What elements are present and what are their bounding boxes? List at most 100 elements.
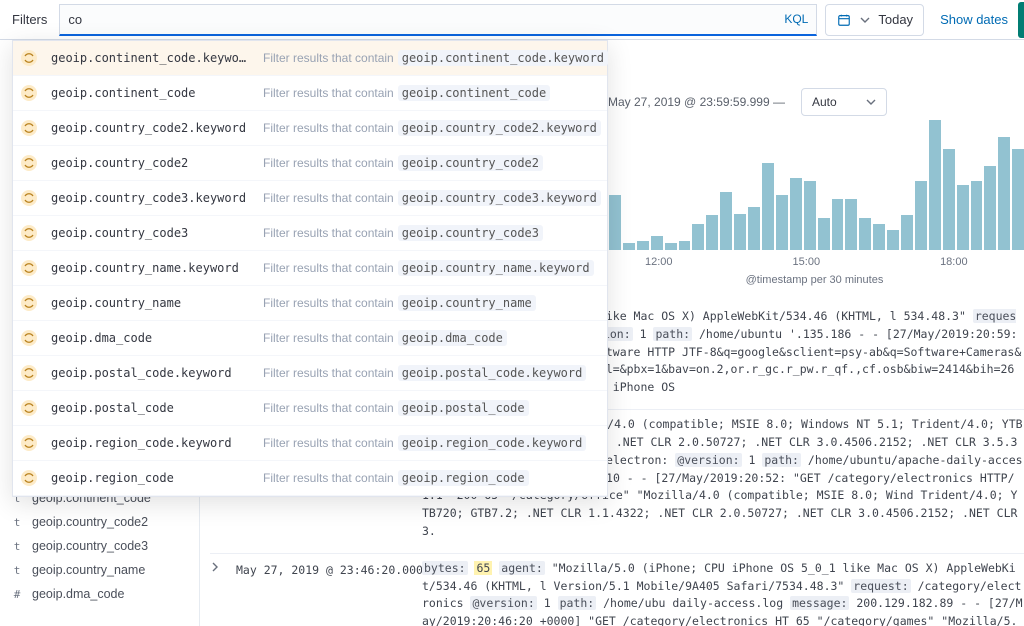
field-item[interactable]: t geoip.country_name	[0, 558, 199, 582]
x-tick: 18:00	[940, 256, 968, 268]
histogram-bar[interactable]	[915, 181, 927, 250]
suggestion-desc: Filter results that containgeoip.region_…	[263, 435, 586, 451]
suggestion-desc: Filter results that containgeoip.country…	[263, 120, 601, 136]
histogram-bar[interactable]	[818, 218, 830, 250]
x-tick: 15:00	[793, 256, 821, 268]
histogram-bar[interactable]	[971, 181, 983, 250]
histogram-bar[interactable]	[901, 215, 913, 250]
suggestion-desc: Filter results that containgeoip.country…	[263, 295, 536, 311]
suggestion-item[interactable]: geoip.region_codeFilter results that con…	[13, 461, 607, 496]
suggestion-item[interactable]: geoip.country_code2 Filter results that c…	[13, 146, 607, 181]
histogram-bar[interactable]	[706, 215, 718, 250]
histogram-bar[interactable]	[720, 192, 732, 250]
suggestion-desc: Filter results that containgeoip.country…	[263, 190, 601, 206]
chevron-down-icon	[866, 97, 876, 107]
suggestion-field: geoip.country_code3	[51, 226, 251, 240]
suggestion-item[interactable]: geoip.continent_code Filter results that …	[13, 76, 607, 111]
field-type-icon	[19, 48, 39, 68]
histogram-bar[interactable]	[943, 149, 955, 250]
kql-toggle[interactable]: KQL	[784, 12, 808, 26]
field-name: geoip.country_code2	[32, 515, 148, 529]
field-type-icon: #	[10, 588, 24, 601]
doc-time: May 27, 2019 @ 23:46:20.000	[236, 560, 412, 626]
histogram-bar[interactable]	[859, 218, 871, 250]
field-item[interactable]: t geoip.country_code2	[0, 510, 199, 534]
histogram-bar[interactable]	[679, 241, 691, 250]
field-type-icon	[19, 293, 39, 313]
refresh-button[interactable]	[1018, 2, 1024, 38]
histogram-bar[interactable]	[832, 199, 844, 250]
query-input[interactable]	[68, 12, 784, 27]
histogram-bar[interactable]	[998, 137, 1010, 250]
doc-source: bytes: 65 agent: "Mozilla/5.0 (iPhone; C…	[422, 560, 1024, 626]
histogram-bar[interactable]	[651, 236, 663, 250]
histogram-bar[interactable]	[873, 224, 885, 250]
suggestion-item[interactable]: geoip.country_nameFilter results that co…	[13, 286, 607, 321]
histogram-bar[interactable]	[748, 207, 760, 250]
suggestion-field: geoip.continent_code.keyword	[51, 51, 251, 65]
field-name: geoip.dma_code	[32, 587, 124, 601]
field-type-icon	[19, 398, 39, 418]
suggestion-field: geoip.country_code2	[51, 156, 251, 170]
expand-toggle[interactable]	[210, 560, 226, 626]
field-type-icon	[19, 258, 39, 278]
histogram-bar[interactable]	[887, 230, 899, 250]
chevron-right-icon	[210, 562, 220, 572]
suggestion-item[interactable]: geoip.continent_code.keywordFilter resul…	[13, 41, 607, 76]
field-type-icon	[19, 223, 39, 243]
field-name: geoip.country_code3	[32, 539, 148, 553]
field-name: geoip.country_name	[32, 563, 145, 577]
histogram-bar[interactable]	[734, 214, 746, 250]
suggestion-field: geoip.country_code2.keyword	[51, 121, 251, 135]
suggestion-field: geoip.region_code	[51, 471, 251, 485]
histogram-bar[interactable]	[692, 224, 704, 250]
histogram-bar[interactable]	[845, 199, 857, 250]
histogram-bar[interactable]	[776, 195, 788, 250]
suggestion-item[interactable]: geoip.dma_codeFilter results that contai…	[13, 321, 607, 356]
suggestion-desc: Filter results that containgeoip.dma_cod…	[263, 330, 507, 346]
query-bar[interactable]: KQL	[59, 4, 817, 36]
field-type-icon	[19, 118, 39, 138]
histogram-bar[interactable]	[623, 243, 635, 250]
query-suggestions: geoip.continent_code.keyword Filter resul…	[12, 40, 608, 497]
field-item[interactable]: t geoip.country_code3	[0, 534, 199, 558]
suggestion-field: geoip.continent_code	[51, 86, 251, 100]
interval-select[interactable]: Auto	[801, 88, 887, 116]
histogram-bar[interactable]	[1012, 149, 1024, 250]
histogram-bar[interactable]	[665, 243, 677, 250]
suggestion-field: geoip.region_code.keyword	[51, 436, 251, 450]
field-type-icon	[19, 83, 39, 103]
date-picker[interactable]: Today	[825, 4, 924, 36]
suggestion-item[interactable]: geoip.country_code2.keyword Filter result…	[13, 111, 607, 146]
suggestion-item[interactable]: geoip.country_name.keywordFilter results…	[13, 251, 607, 286]
suggestion-desc: Filter results that containgeoip.postal_…	[263, 365, 586, 381]
field-type-icon	[19, 188, 39, 208]
histogram-bar[interactable]	[637, 241, 649, 250]
histogram-bar[interactable]	[790, 178, 802, 250]
suggestion-desc: Filter results that containgeoip.country…	[263, 155, 543, 171]
field-type-icon: t	[10, 564, 24, 577]
x-axis-label: @timestamp per 30 minutes	[605, 274, 1024, 286]
histogram-bar[interactable]	[929, 120, 941, 250]
field-type-icon: t	[10, 540, 24, 553]
histogram-bar[interactable]	[762, 163, 774, 250]
field-item[interactable]: # geoip.dma_code	[0, 582, 199, 606]
field-type-icon: t	[10, 516, 24, 529]
calendar-icon	[836, 12, 852, 28]
date-label: Today	[878, 12, 913, 27]
suggestion-desc: Filter results that containgeoip.country…	[263, 225, 543, 241]
suggestion-item[interactable]: geoip.region_code.keyword Filter results …	[13, 426, 607, 461]
histogram-bar[interactable]	[804, 181, 816, 250]
histogram-chart[interactable]: 12:0015:0018:0021:00 @timestamp per 30 m…	[605, 120, 1024, 300]
suggestion-desc: Filter results that containgeoip.postal_…	[263, 400, 529, 416]
suggestion-item[interactable]: geoip.country_code3.keywordFilter result…	[13, 181, 607, 216]
histogram-bar[interactable]	[957, 185, 969, 250]
suggestion-item[interactable]: geoip.postal_code.keywordFilter results …	[13, 356, 607, 391]
show-dates-link[interactable]: Show dates	[932, 12, 1016, 27]
histogram-bar[interactable]	[609, 195, 621, 250]
suggestion-item[interactable]: geoip.country_code3 Filter results that c…	[13, 216, 607, 251]
suggestion-desc: Filter results that containgeoip.contine…	[263, 85, 550, 101]
suggestion-item[interactable]: geoip.postal_codeFilter results that con…	[13, 391, 607, 426]
time-range-end: May 27, 2019 @ 23:59:59.999 —	[608, 95, 785, 109]
histogram-bar[interactable]	[984, 166, 996, 250]
